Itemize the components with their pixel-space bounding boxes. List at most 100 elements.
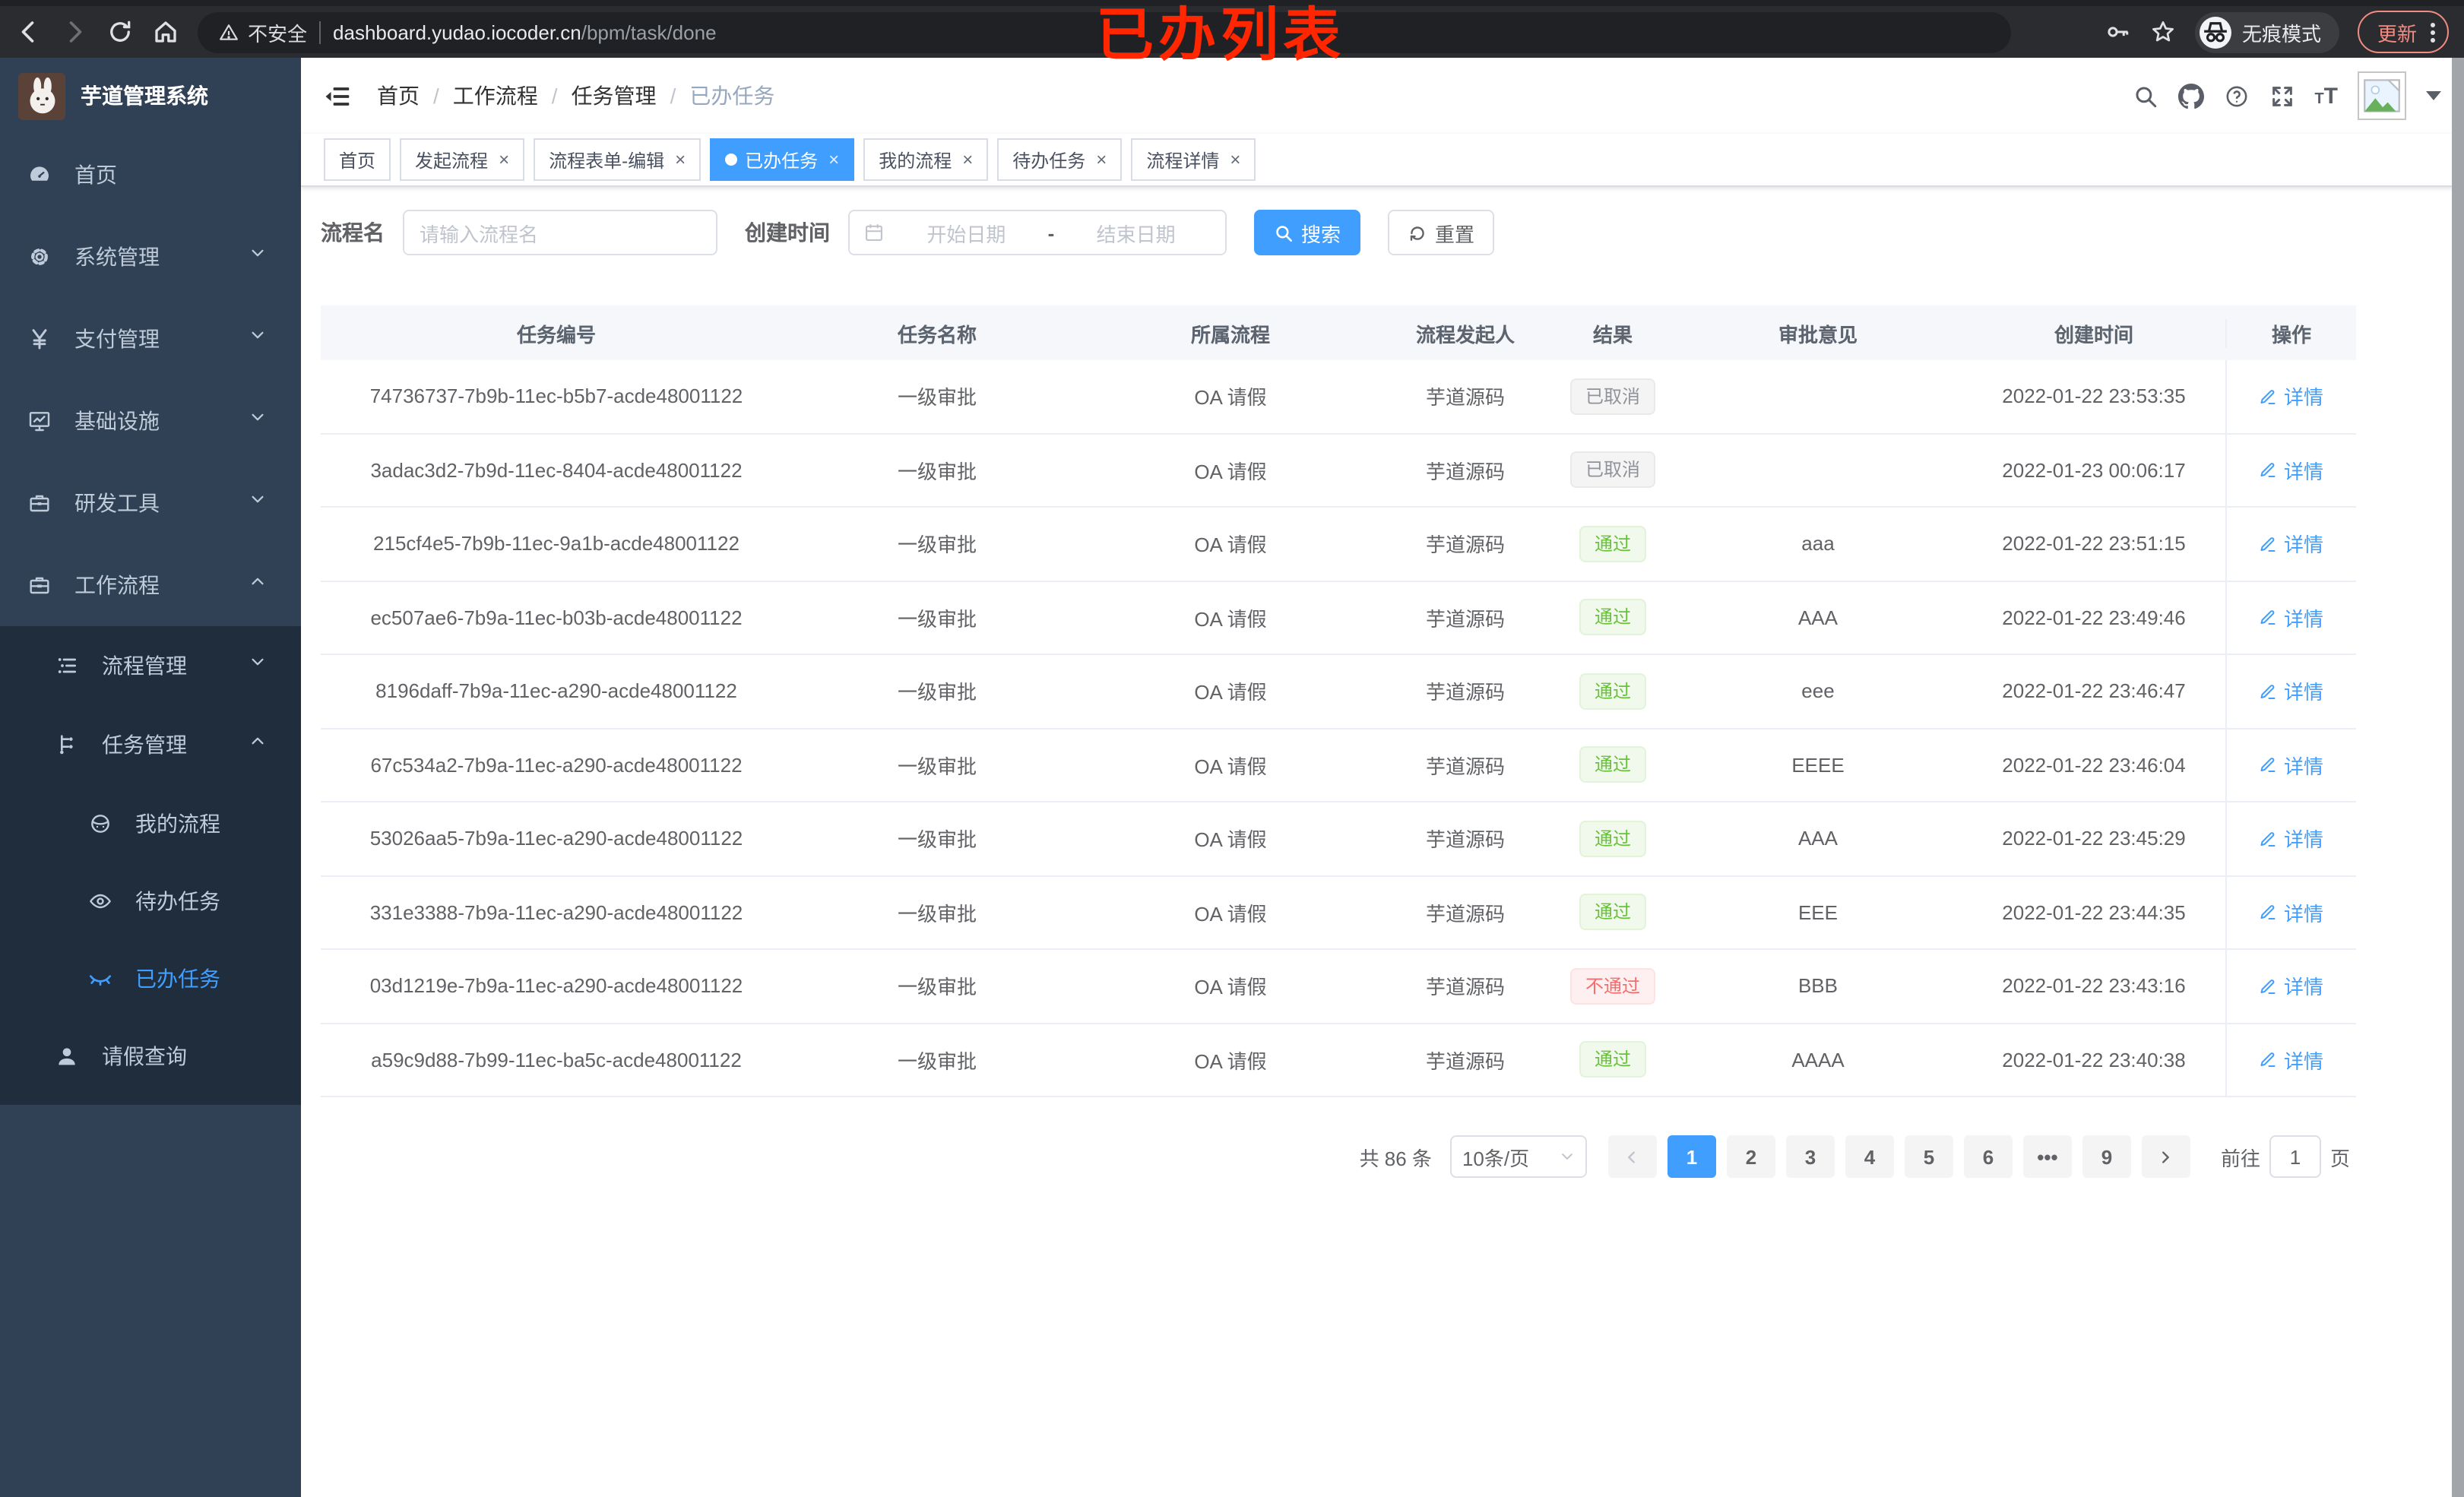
page-button-item[interactable]: 9 [2082, 1135, 2131, 1178]
page-button-item[interactable]: 4 [1845, 1135, 1894, 1178]
edit-icon [2260, 977, 2278, 995]
detail-link[interactable]: 详情 [2260, 751, 2323, 780]
cell-actions: 详情 [2225, 802, 2356, 875]
sidebar-item-my-process[interactable]: 我的流程 [0, 784, 301, 862]
date-range-input[interactable]: 开始日期 - 结束日期 [848, 210, 1227, 255]
cell-comment: AAAA [1791, 1048, 1845, 1071]
detail-link[interactable]: 详情 [2260, 677, 2323, 706]
close-icon[interactable]: × [962, 150, 973, 169]
sidebar-item-task-mgmt[interactable]: 任务管理 [0, 705, 301, 784]
tab-todo-tasks[interactable]: 待办任务 × [997, 138, 1123, 181]
back-icon[interactable] [15, 18, 43, 46]
breadcrumb-item[interactable]: 任务管理 [572, 81, 657, 111]
update-button[interactable]: 更新 [2357, 11, 2449, 53]
sidebar-item-leave-query[interactable]: 请假查询 [0, 1017, 301, 1096]
search-button[interactable]: 搜索 [1254, 210, 1361, 255]
reset-button[interactable]: 重置 [1388, 210, 1495, 255]
result-badge: 已取消 [1569, 451, 1655, 489]
breadcrumb-item[interactable]: 工作流程 [453, 81, 538, 111]
breadcrumb-item[interactable]: 首页 [377, 81, 420, 111]
github-icon[interactable] [2177, 83, 2204, 109]
reload-icon[interactable] [106, 18, 134, 46]
sidebar-item-label: 基础设施 [74, 409, 160, 433]
chevron-down-icon [249, 245, 274, 269]
key-icon[interactable] [2104, 18, 2131, 46]
sidebar-item-workflow[interactable]: 工作流程 [0, 544, 301, 626]
detail-link[interactable]: 详情 [2260, 530, 2323, 559]
detail-link[interactable]: 详情 [2260, 898, 2323, 927]
cell-result: 通过 [1552, 802, 1674, 875]
close-icon[interactable]: × [1096, 150, 1107, 169]
page-button-item[interactable]: 6 [1963, 1135, 2013, 1178]
cell-create-time: 2022-01-22 23:43:16 [2002, 974, 2186, 998]
tab-start-process[interactable]: 发起流程 × [400, 138, 525, 181]
sidebar-item-devtools[interactable]: 研发工具 [0, 462, 301, 544]
detail-link[interactable]: 详情 [2260, 382, 2323, 411]
cell-create-time: 2022-01-22 23:46:47 [2002, 679, 2186, 703]
close-icon[interactable]: × [828, 150, 839, 169]
detail-link[interactable]: 详情 [2260, 824, 2323, 853]
browser-menu-icon[interactable] [2431, 22, 2435, 42]
search-icon[interactable] [2132, 83, 2158, 109]
close-icon[interactable]: × [1230, 150, 1240, 169]
active-dot [725, 153, 738, 166]
collapse-sidebar-icon[interactable] [324, 81, 353, 110]
home-icon[interactable] [152, 18, 179, 46]
goto-page-input[interactable]: 1 [2269, 1135, 2321, 1178]
tab-home[interactable]: 首页 [324, 138, 391, 181]
sidebar-item-label: 支付管理 [74, 327, 160, 351]
main-area: 首页 / 工作流程 / 任务管理 / 已办任务 TT 首页 发起流程 × 流程表单-编辑 × 已办任务… [301, 58, 2464, 1497]
cell-task-name: 一级审批 [897, 755, 977, 778]
tab-done-tasks[interactable]: 已办任务 × [710, 138, 855, 181]
detail-label: 详情 [2283, 533, 2323, 557]
tab-label: 已办任务 [745, 150, 819, 171]
edit-icon [2260, 609, 2278, 627]
sidebar-item-done-tasks[interactable]: 已办任务 [0, 939, 301, 1017]
sidebar-item-todo-tasks[interactable]: 待办任务 [0, 862, 301, 939]
page-button-active[interactable]: 1 [1667, 1135, 1716, 1178]
page-scrollbar[interactable] [2452, 58, 2464, 1497]
help-icon[interactable] [2223, 83, 2249, 109]
close-icon[interactable]: × [675, 150, 686, 169]
result-badge: 通过 [1579, 1041, 1646, 1078]
app-logo[interactable]: 芋道管理系统 [0, 58, 301, 134]
table-row: 215cf4e5-7b9b-11ec-9a1b-acde48001122 一级审批… [321, 508, 2356, 581]
tab-my-process[interactable]: 我的流程 × [863, 138, 989, 181]
cell-result: 不通过 [1552, 950, 1674, 1022]
cell-actions: 详情 [2225, 876, 2356, 948]
page-size-select[interactable]: 10条/页 [1449, 1135, 1587, 1178]
cell-task-id: 67c534a2-7b9a-11ec-a290-acde48001122 [370, 753, 743, 777]
tab-form-edit[interactable]: 流程表单-编辑 × [534, 138, 702, 181]
close-icon[interactable]: × [499, 150, 509, 169]
sidebar-item-system[interactable]: 系统管理 [0, 216, 301, 298]
sidebar-item-process-mgmt[interactable]: 流程管理 [0, 626, 301, 705]
forward-icon[interactable] [61, 18, 88, 46]
page-button-item[interactable]: 2 [1726, 1135, 1775, 1178]
detail-link[interactable]: 详情 [2260, 603, 2323, 632]
font-size-icon[interactable]: TT [2314, 84, 2338, 107]
bookmark-star-icon[interactable] [2149, 18, 2177, 46]
tab-process-detail[interactable]: 流程详情 × [1131, 138, 1256, 181]
prev-page-button[interactable] [1607, 1135, 1657, 1178]
detail-link[interactable]: 详情 [2260, 972, 2323, 1001]
detail-link[interactable]: 详情 [2260, 456, 2323, 485]
avatar[interactable] [2358, 71, 2406, 120]
sidebar-item-infrastructure[interactable]: 基础设施 [0, 380, 301, 462]
tab-label: 发起流程 [415, 150, 489, 171]
avatar-caret-icon[interactable] [2426, 91, 2441, 100]
page-button-item[interactable]: 3 [1785, 1135, 1835, 1178]
end-date-placeholder: 结束日期 [1096, 223, 1176, 245]
page-button-item[interactable]: 5 [1904, 1135, 1953, 1178]
security-indicator[interactable]: 不安全 [219, 17, 307, 46]
scrollbar-thumb[interactable] [2452, 58, 2464, 1497]
cell-process: OA 请假 [1194, 460, 1267, 483]
fullscreen-icon[interactable] [2269, 83, 2295, 109]
process-name-input[interactable]: 请输入流程名 [403, 210, 717, 255]
cell-create-time: 2022-01-23 00:06:17 [2002, 458, 2186, 482]
detail-link[interactable]: 详情 [2260, 1046, 2323, 1074]
page-button-item[interactable]: ••• [2022, 1135, 2072, 1178]
next-page-button[interactable] [2141, 1135, 2190, 1178]
next-icon [2158, 1148, 2174, 1165]
sidebar-item-home[interactable]: 首页 [0, 134, 301, 216]
sidebar-item-payment[interactable]: 支付管理 [0, 298, 301, 380]
